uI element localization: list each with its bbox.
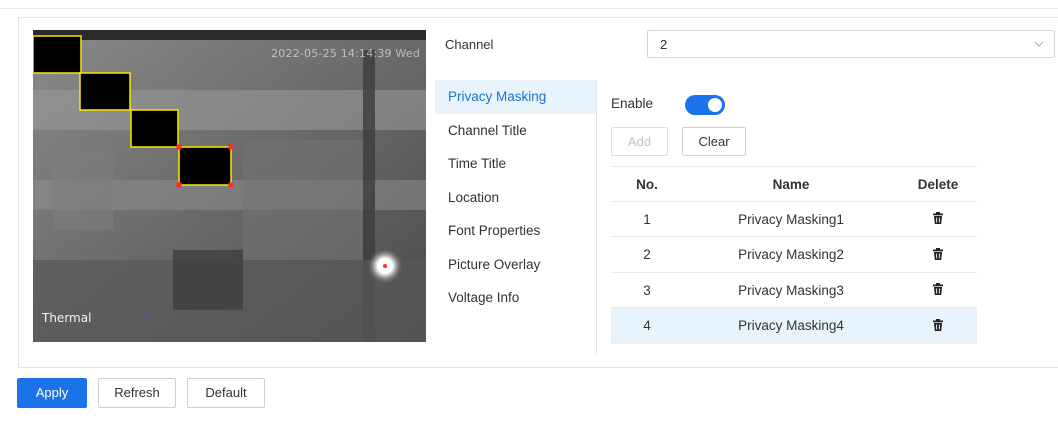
table-row[interactable]: 3 Privacy Masking3	[611, 273, 977, 308]
channel-select-value: 2	[660, 37, 668, 52]
row-delete-cell	[899, 308, 977, 343]
enable-toggle[interactable]	[685, 95, 725, 115]
clear-button[interactable]: Clear	[682, 127, 746, 156]
osd-timestamp: 2022-05-25 14:14:39 Wed	[271, 47, 420, 60]
row-delete-cell	[899, 202, 977, 237]
trash-icon[interactable]	[933, 238, 943, 273]
table-row[interactable]: 1 Privacy Masking1	[611, 202, 977, 237]
table-row-selected[interactable]: 4 Privacy Masking4	[611, 308, 977, 344]
nav-item-picture-overlay[interactable]: Picture Overlay	[435, 248, 596, 282]
chevron-down-icon	[1034, 36, 1044, 55]
row-name: Privacy Masking4	[738, 318, 844, 333]
trash-icon[interactable]	[933, 309, 943, 344]
row-name: Privacy Masking2	[738, 247, 844, 262]
row-no: 3	[643, 282, 651, 298]
row-no: 4	[643, 318, 651, 333]
nav-item-font-properties[interactable]: Font Properties	[435, 214, 596, 248]
nav-item-time-title[interactable]: Time Title	[435, 147, 596, 181]
toggle-knob	[708, 98, 722, 112]
nav-divider	[596, 80, 597, 355]
channel-label: Channel	[445, 37, 494, 52]
nav-item-location[interactable]: Location	[435, 181, 596, 215]
trash-icon[interactable]	[933, 273, 943, 308]
overlay-nav: Privacy Masking Channel Title Time Title…	[435, 80, 596, 315]
header-delete: Delete	[917, 177, 959, 192]
nav-item-voltage-info[interactable]: Voltage Info	[435, 281, 596, 315]
header-name: Name	[772, 177, 810, 192]
table-row[interactable]: 2 Privacy Masking2	[611, 237, 977, 273]
top-divider	[0, 8, 1058, 9]
refresh-button[interactable]: Refresh	[98, 378, 176, 408]
default-button[interactable]: Default	[187, 378, 265, 408]
nav-item-channel-title[interactable]: Channel Title	[435, 114, 596, 148]
mask-table: No. Name Delete 1 Privacy Masking1 2 Pri…	[611, 166, 977, 344]
row-delete-cell	[899, 273, 977, 308]
row-name: Privacy Masking1	[738, 211, 844, 227]
video-preview[interactable]: 2022-05-25 14:14:39 Wed Thermal	[33, 30, 426, 342]
channel-select[interactable]: 2	[647, 30, 1055, 58]
osd-camera-label: Thermal	[42, 311, 92, 325]
row-no: 2	[643, 247, 651, 262]
thermal-scene	[33, 30, 426, 342]
trash-icon[interactable]	[933, 202, 943, 237]
row-delete-cell	[899, 237, 977, 272]
enable-label: Enable	[611, 96, 654, 111]
table-header: No. Name Delete	[611, 166, 977, 202]
header-no: No.	[636, 177, 658, 192]
add-button[interactable]: Add	[611, 127, 668, 156]
apply-button[interactable]: Apply	[17, 378, 87, 408]
row-name: Privacy Masking3	[738, 282, 844, 298]
nav-item-privacy-masking[interactable]: Privacy Masking	[435, 80, 596, 114]
row-no: 1	[643, 211, 651, 227]
